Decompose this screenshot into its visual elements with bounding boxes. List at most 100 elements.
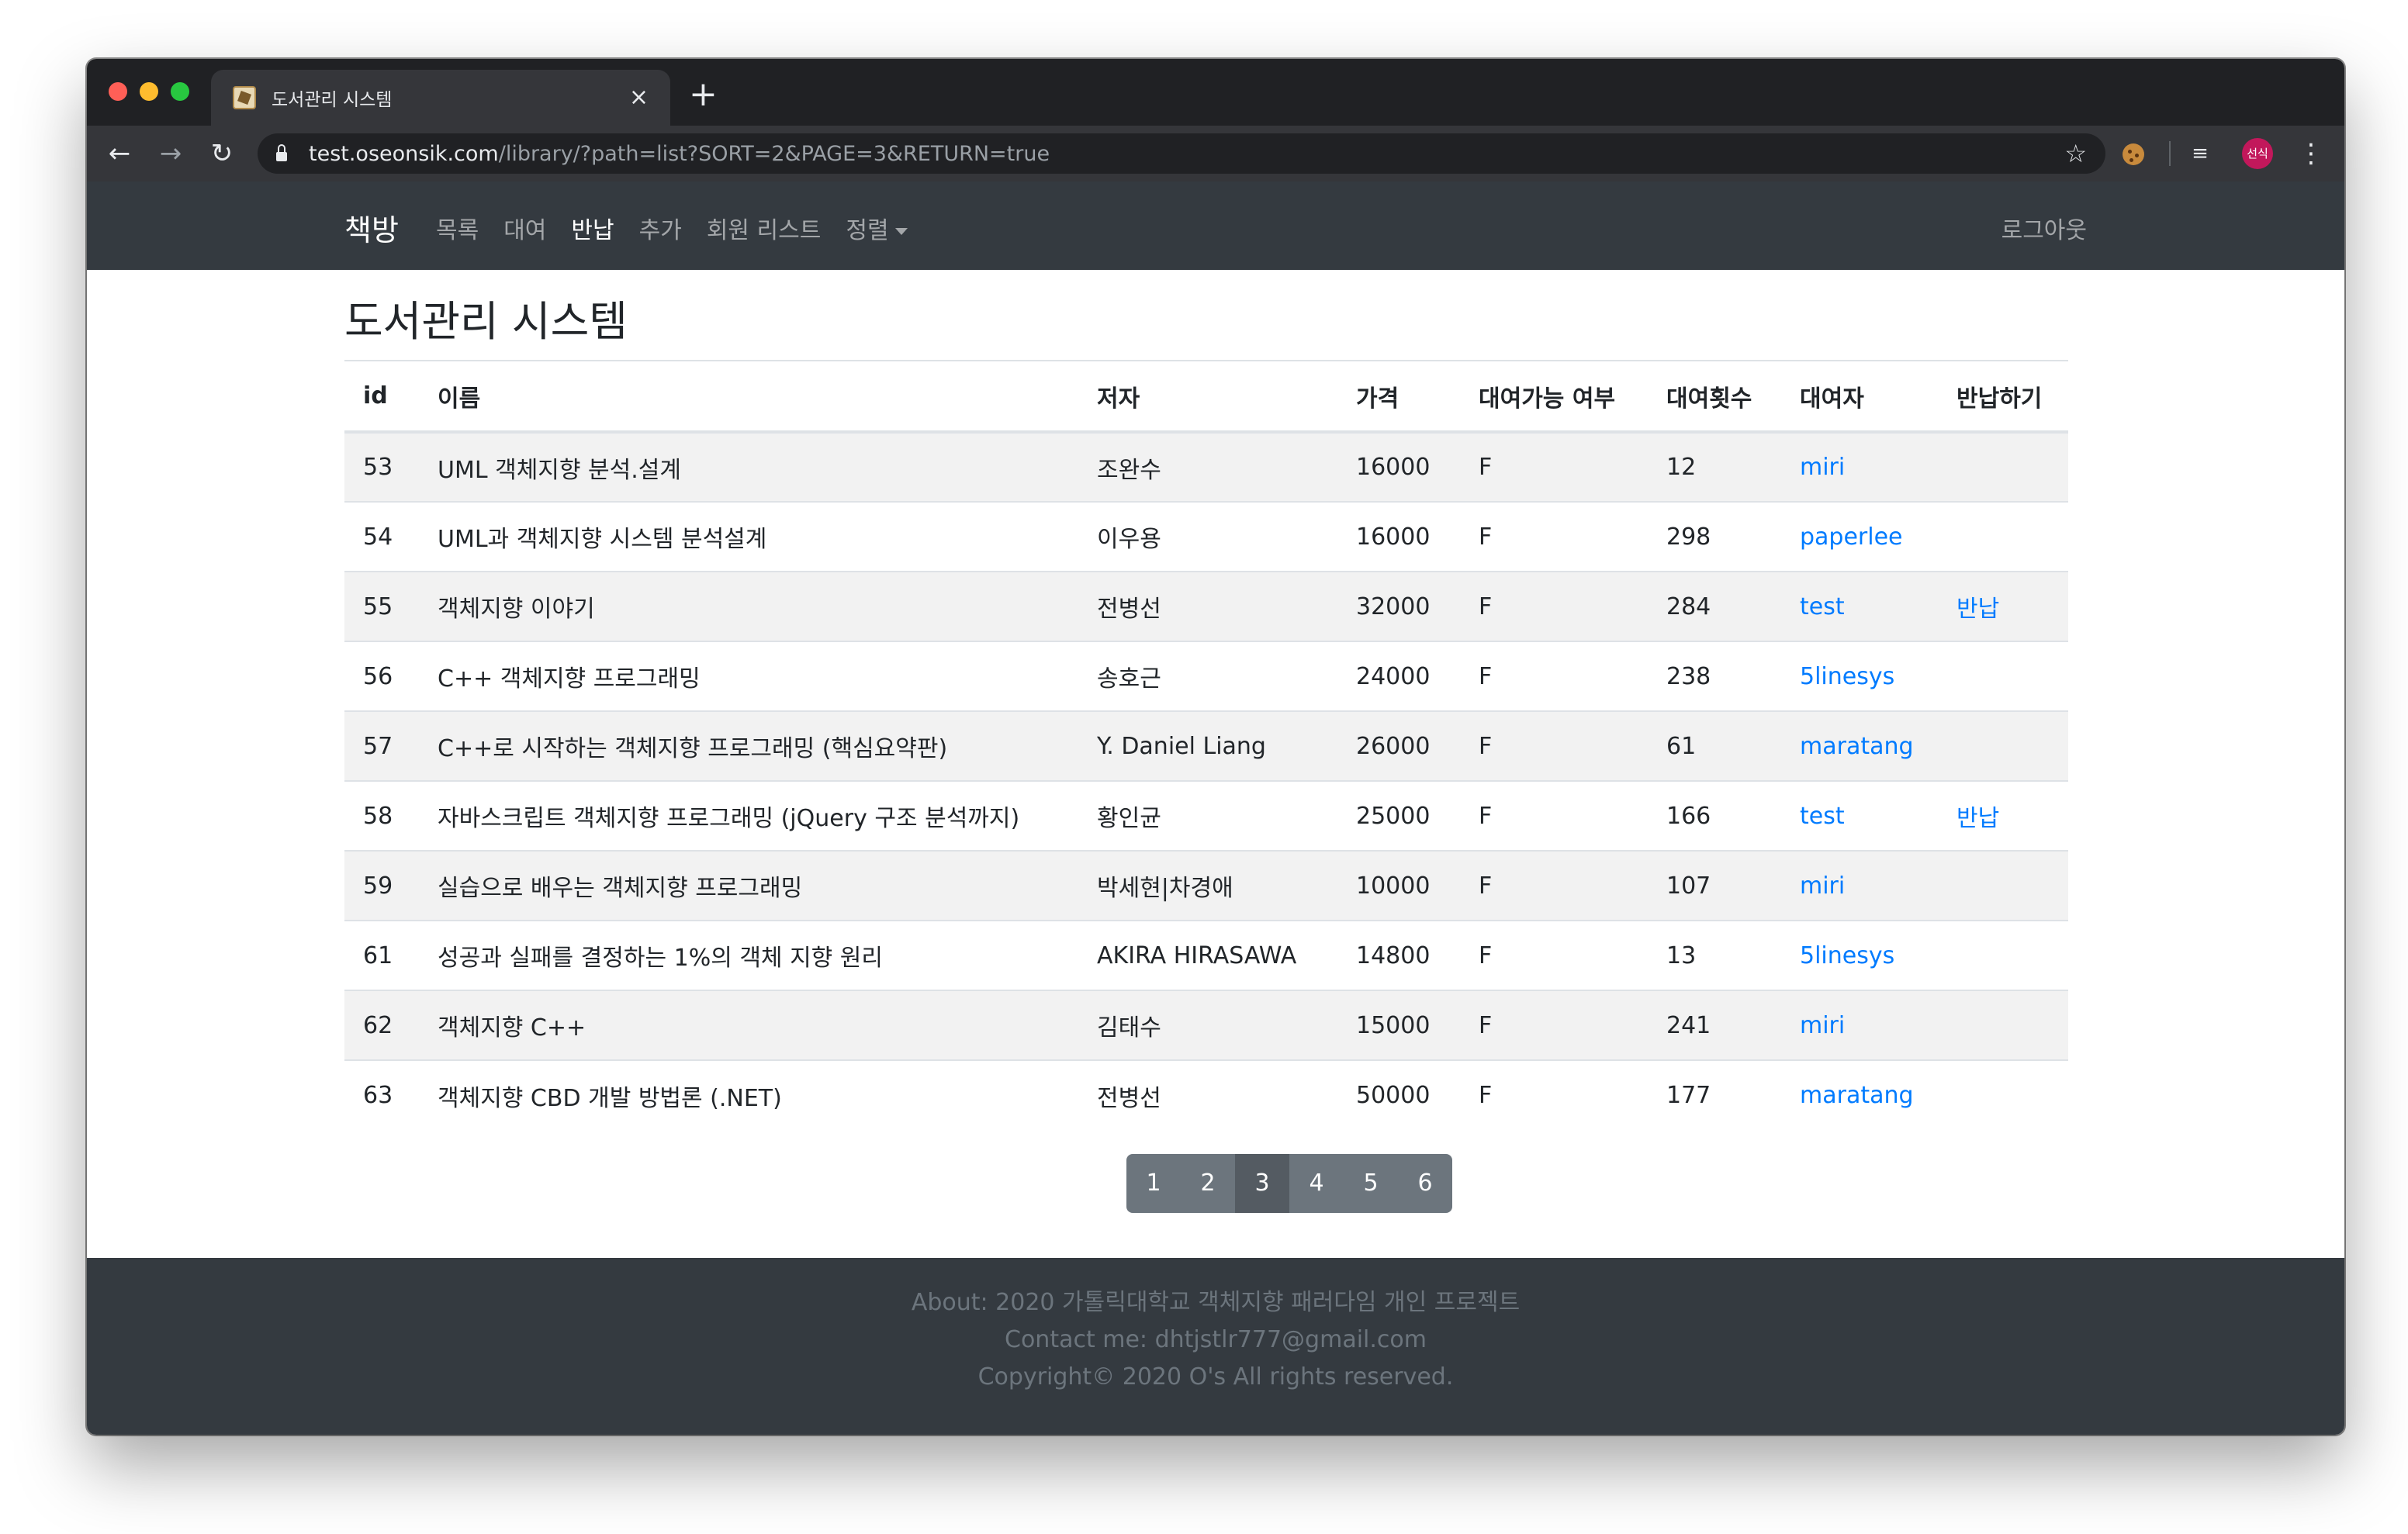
nav-link-members[interactable]: 회원 리스트 — [707, 211, 822, 245]
footer-contact: Contact me: dhtjstlr777@gmail.com — [1005, 1326, 1427, 1353]
cookie-icon[interactable] — [2119, 140, 2147, 168]
cell-author: 박세현|차경애 — [1097, 875, 1233, 902]
cell-name: 객체지향 CBD 개발 방법론 (.NET) — [438, 1084, 782, 1112]
table-row: 57 C++로 시작하는 객체지향 프로그래밍 (핵심요약판) Y. Daniel … — [344, 711, 2068, 781]
star-icon[interactable]: ☆ — [2064, 139, 2087, 168]
logout-link[interactable]: 로그아웃 — [2001, 211, 2087, 245]
url-text[interactable]: test.oseonsik.com/library/?path=list?SOR… — [309, 142, 2064, 166]
reload-icon[interactable]: ↻ — [205, 136, 239, 171]
cell-author: 송호근 — [1097, 665, 1161, 693]
cell-available: F — [1479, 1011, 1493, 1039]
cell-name: UML과 객체지향 시스템 분석설계 — [438, 526, 767, 553]
cell-name: UML 객체지향 분석.설계 — [438, 456, 681, 484]
maximize-window-button[interactable] — [171, 82, 189, 101]
table-row: 63 객체지향 CBD 개발 방법론 (.NET) 전병선 50000 F 177 mara… — [344, 1060, 2068, 1130]
cell-id: 62 — [363, 1011, 393, 1039]
cell-borrower[interactable]: test — [1781, 781, 1938, 851]
cell-count: 166 — [1666, 802, 1711, 830]
browser-tab[interactable]: 도서관리 시스템 × — [211, 70, 670, 126]
cell-available: F — [1479, 872, 1493, 900]
column-header: 반납하기 — [1956, 385, 2043, 413]
table-body: 53 UML 객체지향 분석.설계 조완수 16000 F 12 miri 54 UML과 객체… — [344, 432, 2068, 1130]
cell-borrower[interactable]: 5linesys — [1781, 641, 1938, 711]
page-button[interactable]: 5 — [1344, 1154, 1398, 1213]
cell-borrower[interactable]: miri — [1781, 432, 1938, 502]
cell-return[interactable]: 반납 — [1938, 572, 2068, 641]
cell-available: F — [1479, 941, 1493, 969]
forward-arrow-icon[interactable]: → — [154, 136, 188, 171]
cell-price: 24000 — [1356, 662, 1431, 690]
toolbar-divider — [2169, 141, 2171, 166]
footer-copyright: Copyright© 2020 O's All rights reserved. — [977, 1363, 1454, 1391]
cell-available: F — [1479, 802, 1493, 830]
browser-window: 도서관리 시스템 × + ← → ↻ test.oseonsik.com/lib… — [87, 59, 2344, 1435]
back-arrow-icon[interactable]: ← — [102, 136, 137, 171]
address-bar[interactable]: test.oseonsik.com/library/?path=list?SOR… — [258, 133, 2105, 174]
cell-return — [1938, 432, 2068, 502]
table-header-row: id 이름 저자 가격 대여가능 여부 대여횟수 대여자 반납하기 — [344, 361, 2068, 432]
cell-price: 16000 — [1356, 454, 1431, 481]
page-button[interactable]: 2 — [1181, 1154, 1235, 1213]
site-navbar: 책방 목록 대여 반납 추가 회원 리스트 정렬 로그아웃 — [87, 181, 2344, 270]
table-row: 59 실습으로 배우는 객체지향 프로그래밍 박세현|차경애 10000 F 107 mir… — [344, 851, 2068, 921]
kebab-menu-icon[interactable]: ⋮ — [2298, 138, 2324, 169]
media-queue-icon[interactable]: ≡ — [2186, 140, 2214, 168]
cell-borrower[interactable]: miri — [1781, 851, 1938, 921]
cell-count: 107 — [1666, 872, 1711, 900]
pagination: 123456 — [1126, 1154, 1452, 1213]
nav-links: 목록 대여 반납 추가 회원 리스트 정렬 — [436, 211, 908, 245]
table-row: 58 자바스크립트 객체지향 프로그래밍 (jQuery 구조 분석까지) 황인균 2… — [344, 781, 2068, 851]
page-title: 도서관리 시스템 — [344, 297, 628, 346]
cell-borrower[interactable]: paperlee — [1781, 502, 1938, 572]
brand-logo[interactable]: 책방 — [344, 206, 399, 249]
cell-borrower[interactable]: maratang — [1781, 1060, 1938, 1130]
cell-author: 조완수 — [1097, 456, 1161, 484]
cell-return — [1938, 1060, 2068, 1130]
cell-available: F — [1479, 1082, 1493, 1109]
profile-avatar[interactable]: 선식 — [2242, 138, 2273, 169]
cell-price: 32000 — [1356, 593, 1431, 620]
nav-link-borrow[interactable]: 대여 — [503, 211, 546, 245]
cell-count: 13 — [1666, 941, 1697, 969]
sort-label: 정렬 — [846, 217, 889, 244]
cell-return — [1938, 921, 2068, 990]
minimize-window-button[interactable] — [140, 82, 158, 101]
tab-title: 도서관리 시스템 — [272, 90, 393, 110]
nav-link-add[interactable]: 추가 — [639, 211, 682, 245]
cell-count: 12 — [1666, 454, 1697, 481]
nav-link-list[interactable]: 목록 — [436, 211, 479, 245]
cell-borrower[interactable]: miri — [1781, 990, 1938, 1060]
cell-borrower[interactable]: 5linesys — [1781, 921, 1938, 990]
cell-available: F — [1479, 454, 1493, 481]
cell-borrower[interactable]: test — [1781, 572, 1938, 641]
cell-id: 55 — [363, 593, 393, 620]
cell-id: 54 — [363, 523, 393, 551]
cell-price: 14800 — [1356, 941, 1431, 969]
cell-name: 성공과 실패를 결정하는 1%의 객체 지향 원리 — [438, 945, 884, 972]
page-button[interactable]: 1 — [1126, 1154, 1181, 1213]
book-table: id 이름 저자 가격 대여가능 여부 대여횟수 대여자 반납하기 53 UML … — [344, 360, 2068, 1130]
cell-count: 177 — [1666, 1082, 1711, 1109]
cell-name: C++로 시작하는 객체지향 프로그래밍 (핵심요약판) — [438, 735, 948, 762]
cell-return — [1938, 711, 2068, 781]
cell-id: 63 — [363, 1082, 393, 1109]
tab-close-icon[interactable]: × — [629, 86, 649, 109]
site-footer: About: 2020 가톨릭대학교 객체지향 패러다임 개인 프로젝트 Con… — [87, 1258, 2344, 1435]
page-button[interactable]: 3 — [1235, 1154, 1289, 1213]
column-header: 가격 — [1356, 385, 1399, 413]
cell-borrower[interactable]: maratang — [1781, 711, 1938, 781]
cell-available: F — [1479, 662, 1493, 690]
cell-price: 25000 — [1356, 802, 1431, 830]
new-tab-button[interactable]: + — [689, 78, 718, 112]
close-window-button[interactable] — [109, 82, 127, 101]
cell-return[interactable]: 반납 — [1938, 781, 2068, 851]
nav-link-sort-dropdown[interactable]: 정렬 — [846, 211, 908, 245]
column-header: 이름 — [438, 385, 481, 413]
page-button[interactable]: 6 — [1398, 1154, 1452, 1213]
cell-price: 10000 — [1356, 872, 1431, 900]
cell-name: 객체지향 이야기 — [438, 596, 595, 623]
nav-link-return[interactable]: 반납 — [571, 211, 614, 245]
cell-count: 284 — [1666, 593, 1711, 620]
cell-count: 238 — [1666, 662, 1711, 690]
page-button[interactable]: 4 — [1289, 1154, 1344, 1213]
